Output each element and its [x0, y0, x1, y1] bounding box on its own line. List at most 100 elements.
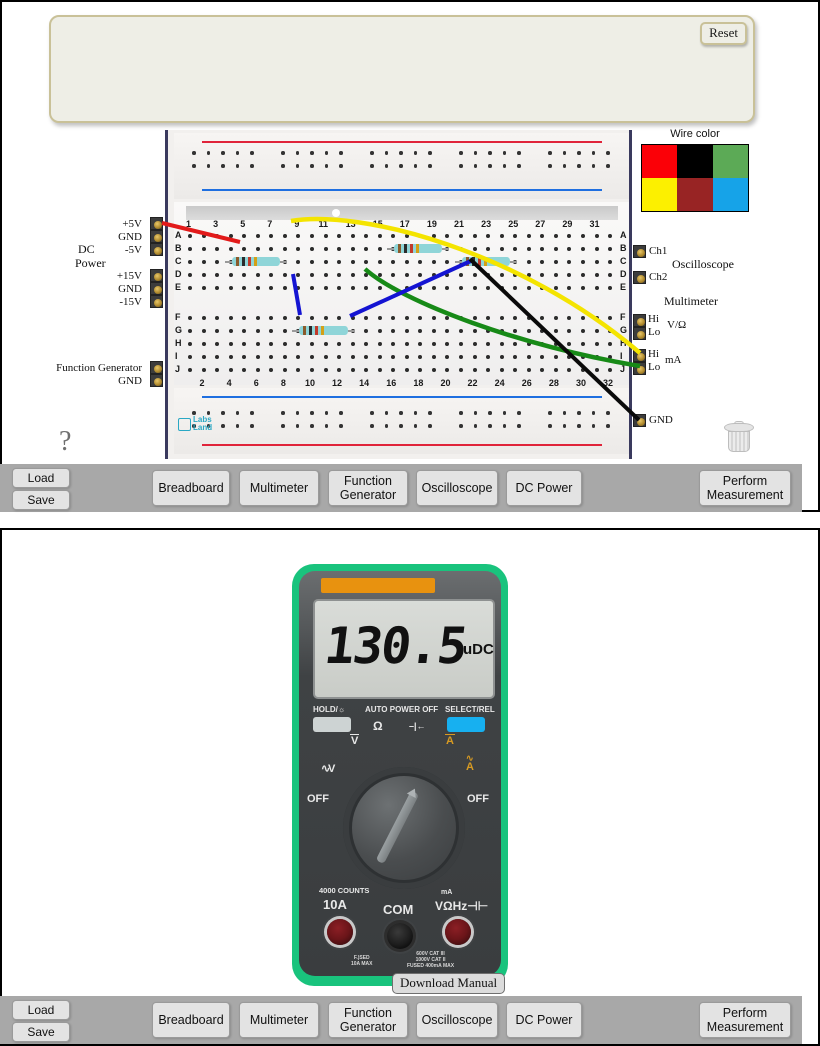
breadboard-hole[interactable] — [323, 260, 328, 264]
breadboard-hole[interactable] — [594, 247, 599, 251]
breadboard-hole[interactable] — [250, 164, 254, 168]
breadboard-hole[interactable] — [255, 286, 260, 290]
breadboard[interactable]: A A B B C C D D E E F F G G H H I I J J 1 3 5 7 9 11 13 15 17 19 21 23 2… — [165, 130, 632, 459]
breadboard-hole[interactable] — [459, 329, 463, 333]
breadboard-hole[interactable] — [577, 151, 581, 155]
breadboard-hole[interactable] — [221, 151, 225, 155]
breadboard-hole[interactable] — [228, 234, 233, 238]
breadboard-hole[interactable] — [339, 424, 343, 428]
breadboard-hole[interactable] — [339, 164, 343, 168]
breadboard-hole[interactable] — [188, 273, 192, 277]
breadboard-hole[interactable] — [281, 411, 285, 415]
breadboard-hole[interactable] — [428, 151, 432, 155]
breadboard-hole[interactable] — [473, 164, 477, 168]
breadboard-hole[interactable] — [404, 316, 409, 320]
breadboard-hole[interactable] — [323, 247, 328, 251]
breadboard-hole[interactable] — [309, 342, 314, 346]
breadboard-hole[interactable] — [553, 316, 558, 320]
tab-function-generator-top[interactable]: Function Generator — [328, 470, 408, 506]
breadboard-hole[interactable] — [309, 316, 314, 320]
breadboard-hole[interactable] — [428, 424, 432, 428]
breadboard-hole[interactable] — [591, 151, 595, 155]
breadboard-hole[interactable] — [188, 329, 192, 333]
tab-breadboard-bottom[interactable]: Breadboard — [152, 1002, 230, 1038]
breadboard-hole[interactable] — [431, 368, 436, 372]
breadboard-hole[interactable] — [228, 355, 233, 359]
perform-measurement-button-top[interactable]: Perform Measurement — [699, 470, 791, 506]
breadboard-hole[interactable] — [399, 151, 403, 155]
wire-color-palette[interactable] — [641, 144, 749, 212]
breadboard-hole[interactable] — [295, 164, 299, 168]
breadboard-hole[interactable] — [188, 286, 192, 290]
breadboard-hole[interactable] — [413, 164, 417, 168]
breadboard-hole[interactable] — [594, 234, 599, 238]
breadboard-hole[interactable] — [404, 368, 409, 372]
breadboard-hole[interactable] — [384, 164, 388, 168]
breadboard-hole[interactable] — [472, 286, 477, 290]
save-button-bottom[interactable]: Save — [12, 1022, 70, 1042]
breadboard-hole[interactable] — [499, 329, 504, 333]
jack-p5v[interactable] — [150, 217, 163, 230]
breadboard-hole[interactable] — [562, 411, 566, 415]
breadboard-hole[interactable] — [594, 355, 599, 359]
breadboard-hole[interactable] — [553, 355, 558, 359]
breadboard-hole[interactable] — [399, 164, 403, 168]
breadboard-hole[interactable] — [377, 260, 382, 264]
breadboard-hole[interactable] — [526, 234, 531, 238]
breadboard-hole[interactable] — [580, 260, 585, 264]
breadboard-hole[interactable] — [502, 424, 506, 428]
breadboard-hole[interactable] — [377, 342, 382, 346]
breadboard-hole[interactable] — [459, 368, 463, 372]
breadboard-hole[interactable] — [499, 247, 504, 251]
breadboard-hole[interactable] — [192, 151, 196, 155]
breadboard-hole[interactable] — [206, 164, 210, 168]
breadboard-hole[interactable] — [499, 273, 504, 277]
breadboard-hole[interactable] — [472, 273, 477, 277]
breadboard-hole[interactable] — [228, 368, 233, 372]
breadboard-hole[interactable] — [580, 234, 585, 238]
breadboard-hole[interactable] — [188, 368, 192, 372]
breadboard-hole[interactable] — [206, 411, 210, 415]
breadboard-hole[interactable] — [310, 164, 314, 168]
breadboard-hole[interactable] — [562, 151, 566, 155]
breadboard-hole[interactable] — [282, 234, 287, 238]
jack-m5v[interactable] — [150, 243, 163, 256]
breadboard-hole[interactable] — [580, 247, 585, 251]
breadboard-hole[interactable] — [323, 234, 328, 238]
breadboard-hole[interactable] — [377, 368, 382, 372]
breadboard-hole[interactable] — [350, 234, 355, 238]
breadboard-hole[interactable] — [431, 260, 436, 264]
jack-osc-ch1[interactable] — [633, 245, 646, 258]
breadboard-hole[interactable] — [282, 329, 287, 333]
tab-oscilloscope-top[interactable]: Oscilloscope — [416, 470, 498, 506]
breadboard-hole[interactable] — [188, 247, 192, 251]
breadboard-hole[interactable] — [350, 247, 355, 251]
breadboard-hole[interactable] — [526, 316, 531, 320]
breadboard-hole[interactable] — [413, 151, 417, 155]
breadboard-hole[interactable] — [377, 286, 382, 290]
breadboard-hole[interactable] — [472, 355, 477, 359]
breadboard-hole[interactable] — [594, 260, 599, 264]
jack-m15v[interactable] — [150, 295, 163, 308]
breadboard-hole[interactable] — [517, 151, 521, 155]
perform-measurement-button-bottom[interactable]: Perform Measurement — [699, 1002, 791, 1038]
breadboard-hole[interactable] — [553, 247, 558, 251]
breadboard-hole[interactable] — [553, 273, 558, 277]
breadboard-hole[interactable] — [221, 411, 225, 415]
breadboard-hole[interactable] — [472, 342, 477, 346]
breadboard-hole[interactable] — [472, 234, 477, 238]
breadboard-hole[interactable] — [309, 368, 314, 372]
breadboard-hole[interactable] — [281, 151, 285, 155]
breadboard-hole[interactable] — [459, 424, 463, 428]
breadboard-hole[interactable] — [431, 316, 436, 320]
breadboard-hole[interactable] — [499, 368, 504, 372]
breadboard-hole[interactable] — [309, 247, 314, 251]
breadboard-hole[interactable] — [502, 151, 506, 155]
breadboard-hole[interactable] — [250, 411, 254, 415]
breadboard-hole[interactable] — [324, 411, 328, 415]
breadboard-hole[interactable] — [404, 273, 409, 277]
reset-button[interactable]: Reset — [700, 22, 747, 45]
breadboard-hole[interactable] — [459, 164, 463, 168]
breadboard-hole[interactable] — [350, 316, 355, 320]
breadboard-hole[interactable] — [309, 286, 314, 290]
